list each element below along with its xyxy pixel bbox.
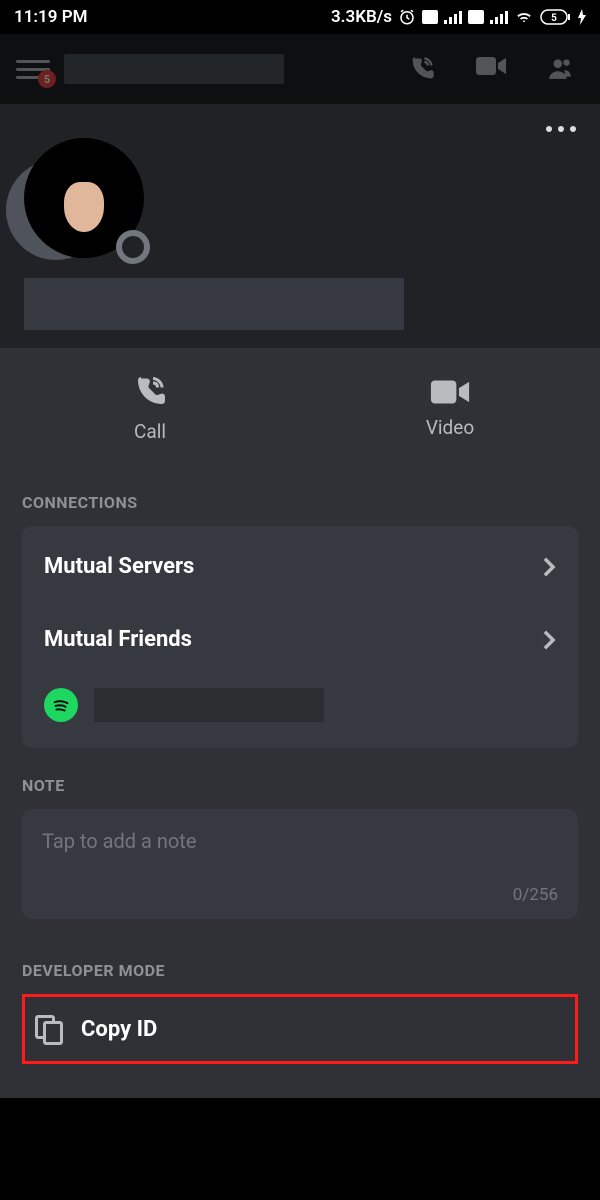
note-header: NOTE [22, 776, 578, 795]
menu-button[interactable]: 5 [16, 54, 50, 84]
top-bar: 5 [0, 34, 600, 104]
signal-icon-2 [490, 10, 508, 24]
more-options-button[interactable] [546, 126, 576, 132]
connections-header: CONNECTIONS [22, 493, 578, 512]
developer-section: DEVELOPER MODE Copy ID [0, 937, 600, 1098]
user-avatar[interactable] [24, 138, 144, 258]
battery-icon: 5 [540, 9, 572, 25]
copy-id-button[interactable]: Copy ID [22, 994, 578, 1064]
status-time: 11:19 PM [14, 7, 88, 27]
note-section: NOTE Tap to add a note 0/256 [0, 766, 600, 937]
copy-icon [35, 1015, 63, 1043]
status-indicator-offline [116, 230, 150, 264]
connections-section: CONNECTIONS Mutual Servers Mutual Friend… [0, 469, 600, 766]
status-netspeed: 3.3KB/s [331, 7, 392, 27]
call-label: Call [134, 420, 166, 443]
svg-text:5: 5 [551, 13, 557, 24]
call-button[interactable]: Call [0, 348, 300, 469]
status-bar: 11:19 PM 3.3KB/s 5 [0, 0, 600, 34]
spotify-connection-row[interactable] [22, 676, 578, 744]
channel-name-redacted [64, 54, 284, 84]
developer-header: DEVELOPER MODE [22, 961, 578, 980]
call-icon [132, 374, 168, 410]
charging-icon [578, 9, 586, 25]
volte-icon-2 [468, 10, 484, 24]
note-counter: 0/256 [513, 885, 558, 905]
note-placeholder: Tap to add a note [42, 829, 558, 853]
chevron-right-icon [542, 629, 556, 651]
note-input[interactable]: Tap to add a note 0/256 [22, 809, 578, 919]
spotify-username-redacted [94, 688, 324, 722]
profile-header [0, 104, 600, 348]
alarm-icon [398, 8, 416, 26]
members-icon[interactable] [546, 55, 574, 81]
notification-badge: 5 [38, 70, 56, 88]
connections-card: Mutual Servers Mutual Friends [22, 526, 578, 748]
video-call-icon[interactable] [476, 55, 506, 77]
wifi-icon [514, 9, 534, 25]
spotify-icon [44, 688, 78, 722]
mutual-friends-label: Mutual Friends [44, 627, 192, 652]
mutual-servers-row[interactable]: Mutual Servers [22, 530, 578, 603]
action-row: Call Video [0, 348, 600, 469]
mutual-friends-row[interactable]: Mutual Friends [22, 603, 578, 676]
username-redacted [24, 278, 404, 330]
video-button[interactable]: Video [300, 348, 600, 469]
video-label: Video [426, 416, 474, 439]
signal-icon-1 [444, 10, 462, 24]
volte-icon [422, 10, 438, 24]
mutual-servers-label: Mutual Servers [44, 554, 194, 579]
copy-id-label: Copy ID [81, 1017, 157, 1042]
chevron-right-icon [542, 556, 556, 578]
video-icon [430, 378, 470, 406]
voice-call-icon[interactable] [408, 55, 436, 83]
